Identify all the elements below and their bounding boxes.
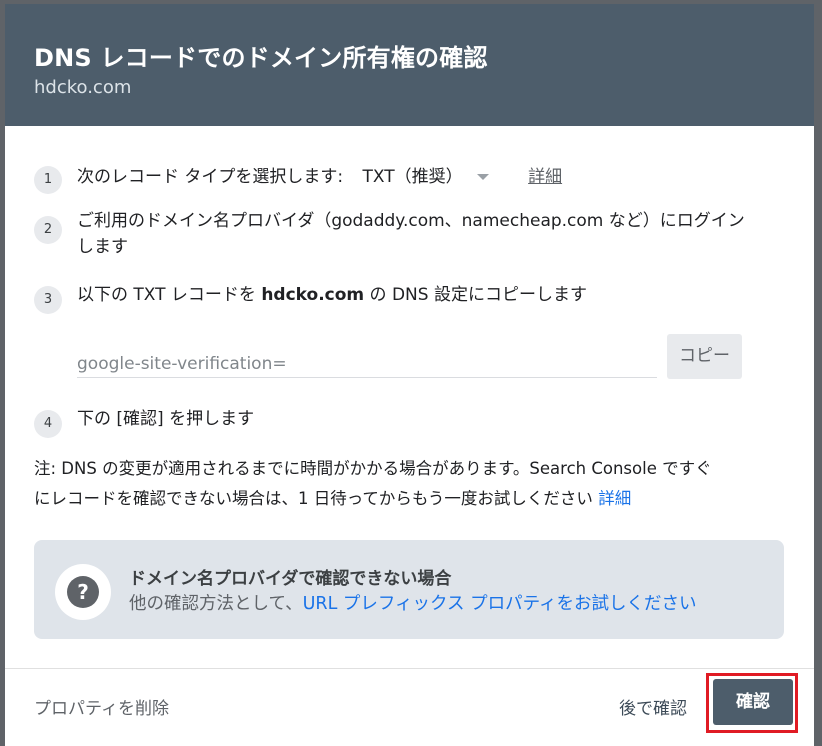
step-3-domain: hdcko.com — [261, 285, 365, 305]
help-icon: ? — [67, 576, 99, 608]
step-4-text: 下の [確認] を押します — [77, 409, 255, 429]
step-3-text-suffix: の DNS 設定にコピーします — [364, 285, 587, 305]
delete-property-button[interactable]: プロパティを削除 — [34, 694, 169, 719]
verify-later-button[interactable]: 後で確認 — [619, 694, 687, 719]
txt-record-field[interactable]: google-site-verification= — [77, 351, 657, 378]
note-line-2: にレコードを確認できない場合は、1 日待ってからもう一度お試しください — [34, 489, 593, 508]
step-number: 2 — [34, 216, 62, 244]
alternative-method-box: ? ドメイン名プロバイダで確認できない場合 他の確認方法として、URL プレフィ… — [34, 540, 784, 639]
step-2-text: ご利用のドメイン名プロバイダ（godaddy.com、namecheap.com… — [77, 211, 745, 231]
note-line-1: 注: DNS の変更が適用されるまでに時間がかかる場合があります。Search … — [34, 459, 712, 478]
dialog-footer: プロパティを削除 後で確認 確認 — [5, 668, 814, 746]
dialog-body: 1 次のレコード タイプを選択します: TXT（推奨） 詳細 2 ご利用のドメイ… — [5, 126, 814, 664]
confirm-button[interactable]: 確認 — [713, 679, 793, 725]
info-text: 他の確認方法として、 — [129, 594, 303, 614]
note-details-link[interactable]: 詳細 — [598, 489, 631, 508]
help-icon-container: ? — [55, 564, 111, 620]
dns-delay-note: 注: DNS の変更が適用されるまでに時間がかかる場合があります。Search … — [34, 454, 794, 514]
dialog-header: DNS レコードでのドメイン所有権の確認 hdcko.com — [5, 4, 814, 126]
url-prefix-property-link[interactable]: URL プレフィックス プロパティをお試しください — [303, 594, 697, 614]
step-3-text-prefix: 以下の TXT レコードを — [77, 285, 262, 305]
step-number: 4 — [34, 410, 62, 438]
dialog-title: DNS レコードでのドメイン所有権の確認 — [34, 44, 488, 72]
record-type-value: TXT（推奨） — [362, 167, 463, 187]
dialog-subtitle: hdcko.com — [34, 77, 132, 98]
step-number: 3 — [34, 286, 62, 314]
dropdown-caret-icon — [476, 174, 489, 180]
copy-button[interactable]: コピー — [667, 334, 742, 379]
record-type-select[interactable]: TXT（推奨） — [363, 167, 495, 187]
dns-verification-dialog: DNS レコードでのドメイン所有権の確認 hdcko.com 1 次のレコード … — [5, 4, 814, 746]
step-1-text: 次のレコード タイプを選択します: — [77, 167, 344, 187]
step-number: 1 — [34, 166, 62, 194]
step-2-text-continued: します — [77, 237, 128, 257]
record-type-details-link[interactable]: 詳細 — [528, 167, 562, 187]
info-title: ドメイン名プロバイダで確認できない場合 — [129, 569, 452, 589]
